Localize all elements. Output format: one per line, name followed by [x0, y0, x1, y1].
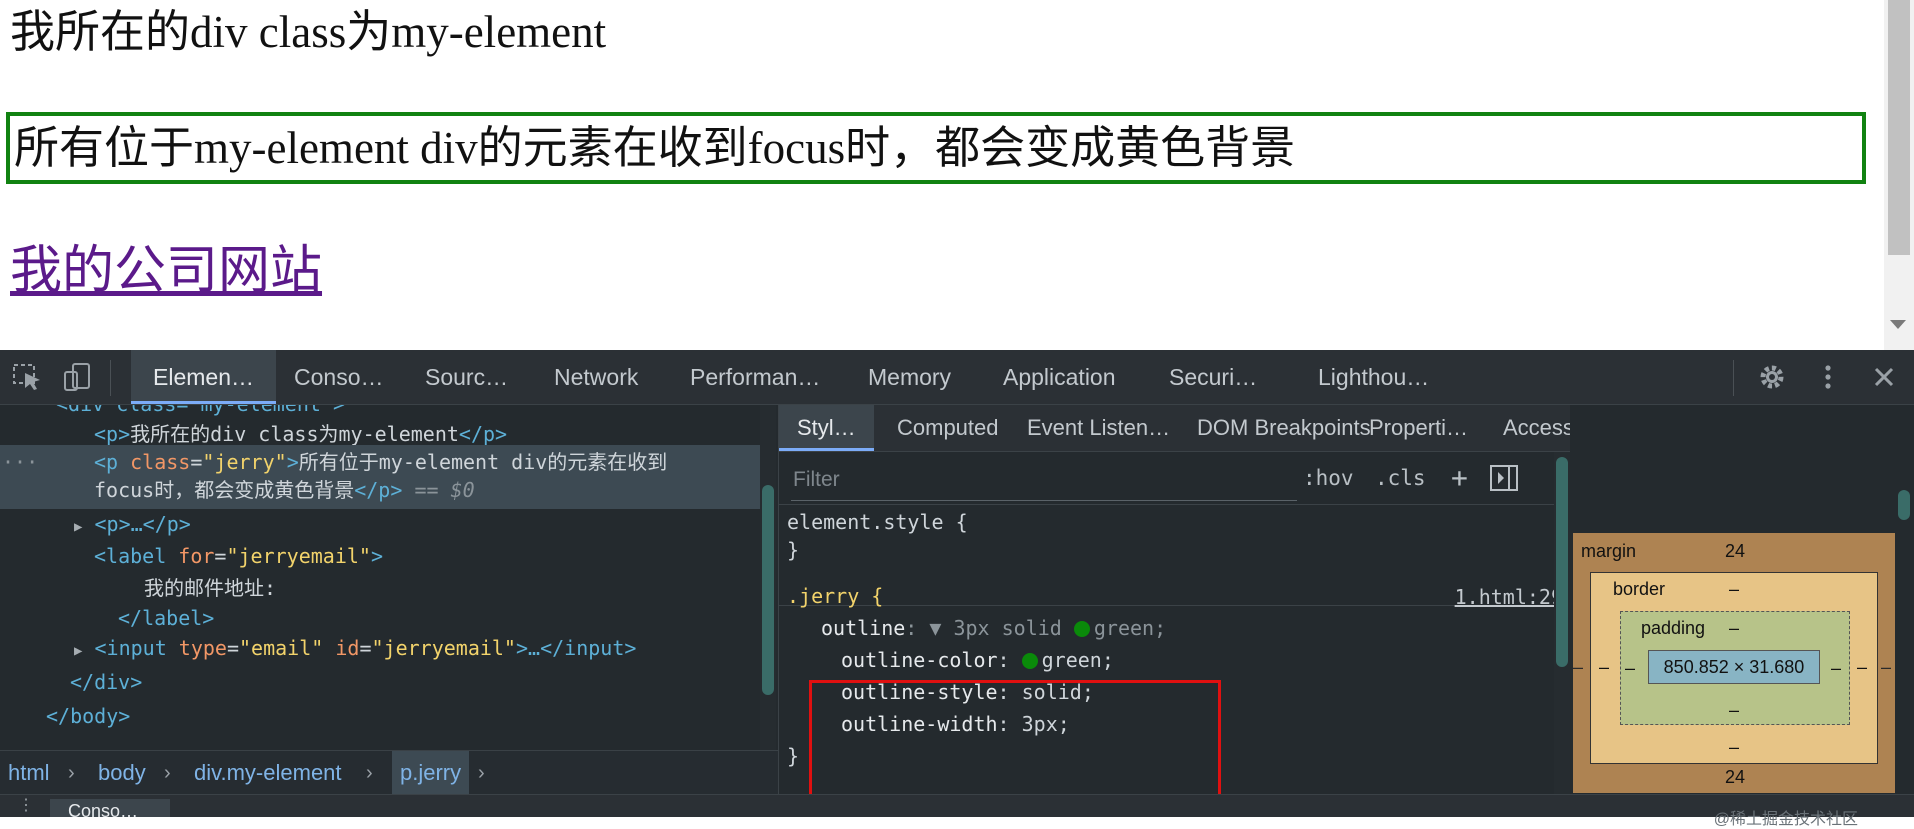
device-toolbar-icon[interactable]	[62, 362, 94, 392]
element-style-close: }	[787, 538, 800, 562]
dom-line-div-open[interactable]: <div class="my-element">	[56, 405, 345, 419]
page-preview: 我所在的div class为my-element 所有位于my-element …	[0, 0, 1914, 350]
styles-pane: Styl… Computed Event Listen… DOM Breakpo…	[778, 405, 1623, 816]
dom-line-body-close[interactable]: </body>	[46, 701, 130, 731]
watermark: @稀土掘金技术社区	[1713, 811, 1858, 828]
outline-color-declaration[interactable]: outline-color: green;	[841, 645, 1114, 675]
box-model-margin: margin 24 24 – – border – – – – padding …	[1573, 533, 1895, 793]
margin-right-value[interactable]: –	[1881, 657, 1891, 678]
tab-network[interactable]: Network	[532, 350, 660, 404]
border-bottom-value[interactable]: –	[1729, 737, 1739, 758]
tab-sources[interactable]: Sourc…	[403, 350, 530, 404]
toggle-sidebar-icon[interactable]	[1489, 464, 1519, 496]
page-scrollbar-thumb[interactable]	[1888, 0, 1910, 255]
chevron-right-icon: ›	[478, 762, 485, 784]
tab-memory[interactable]: Memory	[846, 350, 973, 404]
expand-triangle-icon[interactable]: ▶	[74, 643, 82, 659]
jerry-rule-close: }	[787, 744, 800, 768]
chevron-right-icon: ›	[164, 762, 171, 784]
tab-console[interactable]: Conso…	[272, 350, 405, 404]
close-icon[interactable]	[1868, 362, 1900, 392]
cls-button[interactable]: .cls	[1375, 462, 1426, 494]
chevron-right-icon: ›	[68, 762, 75, 784]
border-right-value[interactable]: –	[1857, 657, 1867, 678]
tab-performance[interactable]: Performan…	[668, 350, 842, 404]
breadcrumb-html[interactable]: html	[8, 751, 50, 795]
console-drawer: ⋮ Conso… @稀土掘金技术社区	[0, 794, 1914, 828]
subtab-properties[interactable]: Properti…	[1351, 405, 1486, 451]
box-model-content-size[interactable]: 850.852 × 31.680	[1648, 650, 1820, 684]
color-swatch-icon[interactable]	[1073, 621, 1090, 637]
margin-bottom-value[interactable]: 24	[1725, 767, 1745, 788]
tab-application[interactable]: Application	[981, 350, 1138, 404]
tab-lighthouse[interactable]: Lighthou…	[1296, 350, 1451, 404]
border-label: border	[1613, 579, 1666, 599]
drawer-menu-icon[interactable]: ⋮	[18, 797, 34, 815]
element-style-rule[interactable]: element.style {	[787, 507, 968, 537]
dom-line-input[interactable]: ▶ <input type="email" id="jerryemail">…<…	[74, 633, 636, 663]
subtab-styles[interactable]: Styl…	[779, 405, 874, 451]
devtools-panel: Elemen… Conso… Sourc… Network Performan……	[0, 350, 1914, 828]
dom-line-p-jerry-cont[interactable]: focus时，都会变成黄色背景</p> == $0	[94, 475, 475, 505]
border-top-value[interactable]: –	[1729, 579, 1739, 600]
dom-line-p-jerry[interactable]: <p class="jerry">所有位于my-element div的元素在收…	[94, 447, 667, 477]
elements-tree: <div class="my-element"> <p>我所在的div clas…	[0, 405, 778, 750]
dom-line-label-text[interactable]: 我的邮件地址:	[144, 573, 276, 603]
source-link[interactable]: 1.html:29	[1455, 585, 1563, 609]
padding-label: padding	[1641, 618, 1706, 638]
box-model-scrollbar[interactable]	[1896, 405, 1914, 794]
tab-elements[interactable]: Elemen…	[131, 350, 276, 404]
toolbar-separator	[110, 360, 111, 396]
hov-button[interactable]: :hov	[1303, 462, 1354, 494]
margin-left-value[interactable]: –	[1573, 657, 1583, 678]
dom-line-p-collapsed[interactable]: ▶ <p>…</p>	[74, 509, 191, 539]
rule-divider	[779, 605, 1554, 606]
breadcrumb-div-my-element[interactable]: div.my-element	[194, 751, 342, 795]
devtools-toolbar: Elemen… Conso… Sourc… Network Performan……	[0, 350, 1914, 405]
subtab-computed[interactable]: Computed	[879, 405, 1017, 451]
padding-top-value[interactable]: –	[1729, 618, 1739, 639]
padding-left-value[interactable]: –	[1625, 658, 1635, 679]
new-rule-button[interactable]: +	[1451, 462, 1468, 494]
dom-line-label-open[interactable]: <label for="jerryemail">	[94, 541, 383, 571]
company-website-link[interactable]: 我的公司网站	[10, 242, 322, 302]
padding-bottom-value[interactable]: –	[1729, 700, 1739, 721]
paragraph-jerry[interactable]: 所有位于my-element div的元素在收到focus时，都会变成黄色背景	[6, 112, 1866, 184]
box-model-border: border – – – – padding – – – – 850.852 ×…	[1590, 572, 1878, 764]
chevron-right-icon: ›	[366, 762, 373, 784]
toolbar-separator	[1733, 360, 1734, 396]
dom-line-div-close[interactable]: </div>	[70, 667, 142, 697]
styles-subtabs: Styl… Computed Event Listen… DOM Breakpo…	[779, 405, 1623, 452]
more-options-icon[interactable]	[1812, 362, 1844, 392]
color-swatch-icon[interactable]	[1021, 653, 1038, 669]
margin-top-value[interactable]: 24	[1725, 541, 1745, 562]
outline-declaration[interactable]: outline: ▼ 3px solid green;	[821, 613, 1166, 643]
styles-filter-input[interactable]	[791, 460, 1297, 501]
inspect-element-icon[interactable]	[12, 362, 44, 392]
box-model-pane: margin 24 24 – – border – – – – padding …	[1570, 405, 1914, 794]
styles-filter-bar: :hov .cls +	[779, 452, 1554, 505]
breadcrumb-p-jerry[interactable]: p.jerry	[392, 751, 470, 795]
margin-label: margin	[1581, 541, 1637, 561]
box-model-padding: padding – – – – 850.852 × 31.680	[1620, 611, 1850, 725]
breadcrumb-body[interactable]: body	[98, 751, 146, 795]
gear-icon[interactable]	[1756, 362, 1788, 392]
styles-scrollbar-thumb[interactable]	[1556, 457, 1568, 667]
padding-right-value[interactable]: –	[1831, 658, 1841, 679]
subtab-event-listeners[interactable]: Event Listen…	[1009, 405, 1188, 451]
tab-security[interactable]: Securi…	[1147, 350, 1279, 404]
scroll-down-arrow-icon[interactable]	[1890, 320, 1906, 329]
elements-scrollbar-thumb[interactable]	[762, 485, 774, 695]
breadcrumb: html › body › div.my-element › p.jerry ›	[0, 750, 778, 795]
jerry-selector[interactable]: .jerry {	[787, 581, 883, 611]
node-ellipsis-icon[interactable]: ···	[2, 447, 38, 477]
paragraph-my-element: 我所在的div class为my-element	[10, 7, 607, 57]
border-left-value[interactable]: –	[1599, 657, 1609, 678]
box-model-scrollbar-thumb[interactable]	[1898, 490, 1910, 520]
dom-line-label-close[interactable]: </label>	[118, 603, 214, 633]
expand-triangle-icon[interactable]: ▶	[74, 519, 82, 535]
drawer-tab-console[interactable]: Conso…	[50, 799, 170, 817]
